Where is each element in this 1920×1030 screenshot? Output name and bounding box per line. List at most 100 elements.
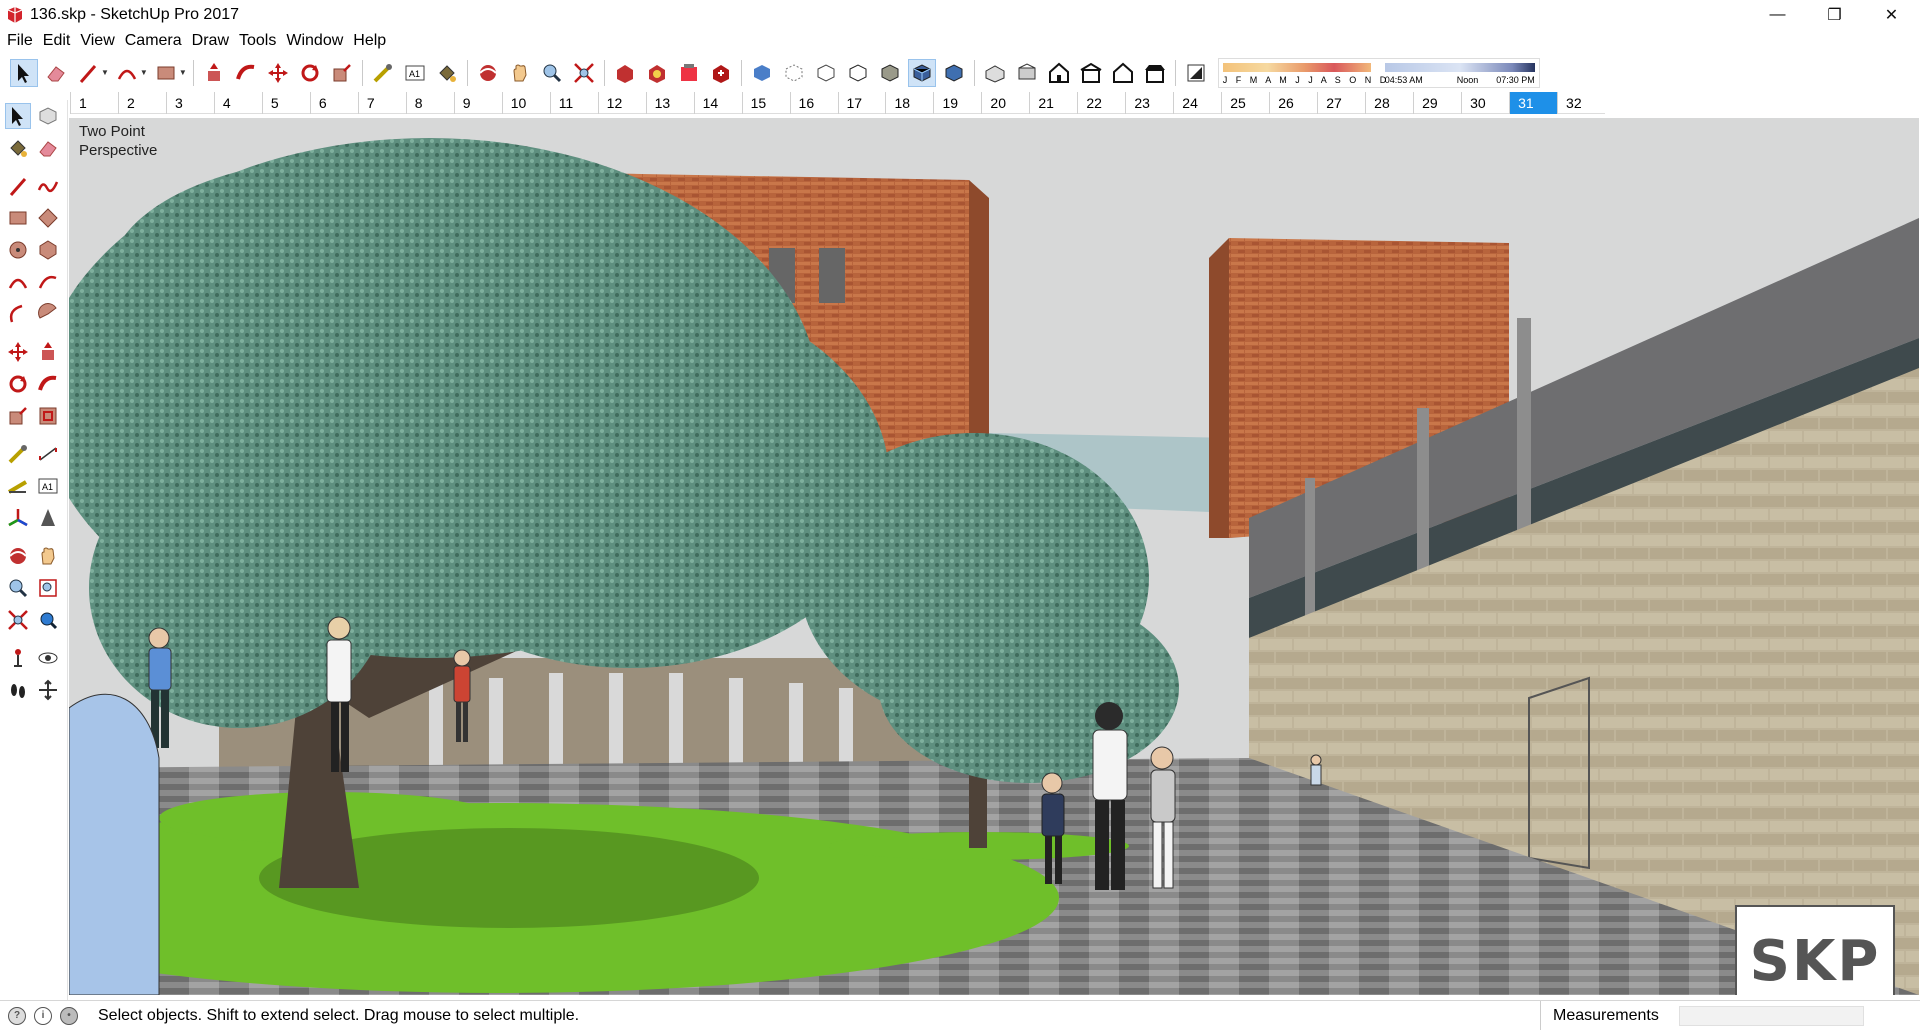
dropdown-arrow-icon[interactable]: ▼ <box>179 68 187 77</box>
dropdown-arrow-icon[interactable]: ▼ <box>140 68 148 77</box>
toolbar-button-extension-manager[interactable] <box>707 59 735 87</box>
scene-tab-3[interactable]: 3 <box>165 91 214 114</box>
scene-tab-29[interactable]: 29 <box>1413 91 1461 114</box>
dropdown-arrow-icon[interactable]: ▼ <box>101 68 109 77</box>
menu-file[interactable]: File <box>6 32 40 50</box>
scene-tab-28[interactable]: 28 <box>1365 91 1413 114</box>
toolbar-button-extension-warehouse[interactable] <box>643 59 671 87</box>
scene-tab-10[interactable]: 10 <box>501 91 550 114</box>
menu-camera[interactable]: Camera <box>124 32 189 50</box>
toolbar-button-hidden-line[interactable] <box>844 59 872 87</box>
toolbar-button-zoom-extents[interactable] <box>570 59 598 87</box>
minimize-button[interactable]: — <box>1749 0 1806 29</box>
toolbar-button-back-view[interactable] <box>1109 59 1137 87</box>
menu-draw[interactable]: Draw <box>191 32 236 50</box>
toolbar-button-top-view[interactable] <box>1013 59 1041 87</box>
toolbar-button-move[interactable] <box>264 59 292 87</box>
scene-tab-32[interactable]: 32 <box>1557 91 1605 114</box>
scene-tab-5[interactable]: 5 <box>261 91 310 114</box>
palette-button-move[interactable] <box>5 339 31 365</box>
toolbar-button-eraser[interactable] <box>42 59 70 87</box>
scene-tab-21[interactable]: 21 <box>1029 91 1077 114</box>
toolbar-button-right-view[interactable] <box>1077 59 1105 87</box>
toolbar-button-left-view[interactable] <box>1141 59 1169 87</box>
scene-tab-8[interactable]: 8 <box>405 91 454 114</box>
toolbar-button-pan[interactable] <box>506 59 534 87</box>
palette-button-position-camera[interactable] <box>5 645 31 671</box>
user-account-icon[interactable]: • <box>60 1006 78 1025</box>
scene-tab-26[interactable]: 26 <box>1269 91 1317 114</box>
palette-button-scale[interactable] <box>5 403 31 429</box>
scene-tab-15[interactable]: 15 <box>741 91 790 114</box>
palette-button-arc[interactable] <box>5 269 31 295</box>
scene-tab-31[interactable]: 31 <box>1509 91 1558 114</box>
toolbar-button-iso-view[interactable] <box>981 59 1009 87</box>
palette-button-3d-text[interactable] <box>35 505 61 531</box>
toolbar-button-xray[interactable] <box>748 59 776 87</box>
palette-button-line[interactable] <box>5 173 31 199</box>
palette-button-three-point-arc[interactable] <box>5 301 31 327</box>
palette-button-offset[interactable] <box>35 403 61 429</box>
palette-button-polygon[interactable] <box>35 237 61 263</box>
scene-tab-18[interactable]: 18 <box>885 91 933 114</box>
palette-button-rotated-rectangle[interactable] <box>35 205 61 231</box>
palette-button-tape-measure[interactable] <box>5 441 31 467</box>
toolbar-button-monochrome[interactable] <box>940 59 968 87</box>
shadow-time-slider[interactable]: 04:53 AM Noon 07:30 PM <box>1384 61 1535 87</box>
scene-tab-24[interactable]: 24 <box>1173 91 1221 114</box>
menu-tools[interactable]: Tools <box>238 32 283 50</box>
palette-button-axes[interactable] <box>5 505 31 531</box>
toolbar-button-paint-bucket[interactable] <box>433 59 461 87</box>
scene-tab-30[interactable]: 30 <box>1461 91 1509 114</box>
palette-button-pan[interactable] <box>35 543 61 569</box>
toolbar-button-orbit[interactable] <box>474 59 502 87</box>
toolbar-button-tape-measure[interactable] <box>369 59 397 87</box>
scene-tab-17[interactable]: 17 <box>837 91 886 114</box>
palette-button-make-component[interactable] <box>35 103 61 129</box>
scene-tab-22[interactable]: 22 <box>1077 91 1125 114</box>
palette-button-text[interactable]: A1 <box>35 473 61 499</box>
palette-button-walk[interactable] <box>5 677 31 703</box>
palette-button-zoom-extents[interactable] <box>5 607 31 633</box>
palette-button-push-pull[interactable] <box>35 339 61 365</box>
palette-button-two-point-arc[interactable] <box>35 269 61 295</box>
menu-help[interactable]: Help <box>352 32 393 50</box>
scene-tab-16[interactable]: 16 <box>789 91 838 114</box>
palette-button-follow-me[interactable] <box>35 371 61 397</box>
palette-button-zoom[interactable] <box>5 575 31 601</box>
maximize-button[interactable]: ❐ <box>1806 0 1863 29</box>
palette-button-section-plane[interactable] <box>35 677 61 703</box>
menu-view[interactable]: View <box>79 32 121 50</box>
toolbar-button-layout[interactable] <box>675 59 703 87</box>
scene-tab-27[interactable]: 27 <box>1317 91 1365 114</box>
scene-tab-12[interactable]: 12 <box>597 91 646 114</box>
palette-button-previous-view[interactable] <box>35 607 61 633</box>
palette-button-paint-bucket[interactable] <box>5 135 31 161</box>
scene-tab-14[interactable]: 14 <box>693 91 742 114</box>
toolbar-button-back-edges[interactable] <box>780 59 808 87</box>
toolbar-button-arc[interactable] <box>113 59 141 87</box>
menu-window[interactable]: Window <box>285 32 350 50</box>
toolbar-button-follow-me[interactable] <box>232 59 260 87</box>
scene-tab-9[interactable]: 9 <box>453 91 502 114</box>
toolbar-button-shaded-textures[interactable] <box>907 58 936 87</box>
shadow-date-slider[interactable]: J F M A M J J A S O N D <box>1222 61 1386 87</box>
close-button[interactable]: ✕ <box>1863 0 1920 29</box>
scene-tab-13[interactable]: 13 <box>645 91 694 114</box>
scene-tab-25[interactable]: 25 <box>1221 91 1269 114</box>
credits-icon[interactable]: i <box>34 1006 52 1025</box>
toolbar-button-shaded[interactable] <box>876 59 904 87</box>
scene-tab-11[interactable]: 11 <box>549 91 598 114</box>
scene-tab-1[interactable]: 1 <box>70 91 118 114</box>
scene-tab-2[interactable]: 2 <box>117 91 166 114</box>
toolbar-button-shadows-toggle[interactable] <box>1182 59 1210 87</box>
palette-button-eraser[interactable] <box>35 135 61 161</box>
scene-tab-4[interactable]: 4 <box>213 91 262 114</box>
toolbar-button-select[interactable] <box>10 58 38 87</box>
palette-button-pie[interactable] <box>35 301 61 327</box>
palette-button-rotate[interactable] <box>5 371 31 397</box>
scene-tab-7[interactable]: 7 <box>357 91 406 114</box>
palette-button-protractor[interactable] <box>5 473 31 499</box>
toolbar-button-zoom[interactable] <box>538 59 566 87</box>
geo-location-icon[interactable]: ? <box>8 1006 26 1025</box>
